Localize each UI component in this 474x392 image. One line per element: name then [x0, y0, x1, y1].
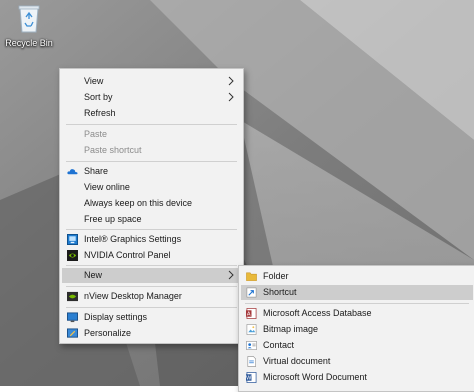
- recycle-bin-icon: [18, 5, 40, 33]
- folder-icon: [246, 272, 257, 281]
- intel-graphics-icon: [67, 234, 78, 245]
- menu-item-paste-shortcut: Paste shortcut: [62, 143, 241, 158]
- menu-item-label: Shortcut: [263, 287, 297, 297]
- new-submenu: Folder Shortcut A Microsoft Access Datab…: [238, 265, 474, 392]
- menu-item-refresh[interactable]: Refresh: [62, 106, 241, 121]
- menu-item-nvidia-control-panel[interactable]: NVIDIA Control Panel: [62, 248, 241, 263]
- menu-item-label: Contact: [263, 340, 295, 350]
- submenu-item-bitmap-image[interactable]: Bitmap image: [241, 322, 473, 337]
- menu-item-personalize[interactable]: Personalize: [62, 326, 241, 341]
- submenu-item-folder[interactable]: Folder: [241, 269, 473, 284]
- menu-item-label: Intel® Graphics Settings: [84, 234, 182, 244]
- svg-text:W: W: [246, 376, 252, 382]
- display-monitor-icon: [67, 312, 78, 323]
- contact-card-icon: [246, 341, 257, 350]
- submenu-item-virtual-document[interactable]: Virtual document: [241, 354, 473, 369]
- chevron-right-icon: [228, 270, 234, 280]
- menu-item-share[interactable]: Share: [62, 164, 241, 179]
- onedrive-cloud-icon: [67, 169, 78, 175]
- virtual-document-icon: [247, 356, 256, 367]
- chevron-right-icon: [228, 92, 234, 102]
- recycle-bin-label: Recycle Bin: [5, 38, 53, 48]
- menu-separator: [66, 124, 237, 125]
- menu-item-label: Always keep on this device: [84, 198, 193, 208]
- menu-item-label: Bitmap image: [263, 324, 319, 334]
- menu-item-always-keep[interactable]: Always keep on this device: [62, 196, 241, 211]
- menu-item-label: View online: [84, 182, 130, 192]
- menu-item-label: Paste: [84, 129, 108, 139]
- menu-item-display-settings[interactable]: Display settings: [62, 310, 241, 325]
- menu-item-label: Paste shortcut: [84, 145, 142, 155]
- menu-item-label: Personalize: [84, 328, 132, 338]
- submenu-item-shortcut[interactable]: Shortcut: [241, 285, 473, 300]
- desktop-context-menu: View Sort by Refresh Paste Paste shortcu…: [59, 68, 244, 344]
- menu-item-label: NVIDIA Control Panel: [84, 250, 171, 260]
- menu-item-label: Sort by: [84, 92, 113, 102]
- menu-item-label: Free up space: [84, 214, 142, 224]
- shortcut-arrow-icon: [246, 287, 257, 298]
- nvidia-icon: [67, 250, 78, 261]
- nview-icon: [67, 291, 78, 302]
- menu-item-label: Virtual document: [263, 356, 331, 366]
- submenu-item-access-database[interactable]: A Microsoft Access Database: [241, 306, 473, 321]
- word-document-icon: W: [246, 372, 257, 383]
- menu-separator: [66, 286, 237, 287]
- personalize-icon: [67, 328, 78, 338]
- menu-item-new[interactable]: New: [62, 268, 241, 283]
- menu-item-label: Microsoft Access Database: [263, 308, 372, 318]
- menu-item-label: Microsoft Word Document: [263, 372, 367, 382]
- recycle-bin-shortcut[interactable]: Recycle Bin: [2, 4, 56, 48]
- menu-separator: [66, 265, 237, 266]
- menu-item-paste: Paste: [62, 127, 241, 142]
- menu-item-label: Share: [84, 166, 109, 176]
- menu-separator: [66, 161, 237, 162]
- menu-item-label: View: [84, 76, 104, 86]
- chevron-right-icon: [228, 76, 234, 86]
- menu-item-label: nView Desktop Manager: [84, 291, 182, 301]
- svg-text:A: A: [247, 312, 251, 318]
- menu-separator: [66, 307, 237, 308]
- access-database-icon: A: [246, 308, 257, 319]
- menu-item-nview-desktop-manager[interactable]: nView Desktop Manager: [62, 289, 241, 304]
- submenu-item-contact[interactable]: Contact: [241, 338, 473, 353]
- menu-item-label: Display settings: [84, 312, 148, 322]
- menu-item-label: New: [84, 270, 103, 280]
- menu-item-sort-by[interactable]: Sort by: [62, 90, 241, 105]
- menu-item-free-up-space[interactable]: Free up space: [62, 212, 241, 227]
- menu-separator: [245, 303, 469, 304]
- menu-item-view-online[interactable]: View online: [62, 180, 241, 195]
- menu-separator: [66, 229, 237, 230]
- submenu-item-word-document[interactable]: W Microsoft Word Document: [241, 370, 473, 385]
- bitmap-image-icon: [246, 324, 257, 335]
- menu-item-label: Folder: [263, 271, 289, 281]
- menu-item-intel-graphics[interactable]: Intel® Graphics Settings: [62, 232, 241, 247]
- menu-item-view[interactable]: View: [62, 74, 241, 89]
- menu-item-label: Refresh: [84, 108, 116, 118]
